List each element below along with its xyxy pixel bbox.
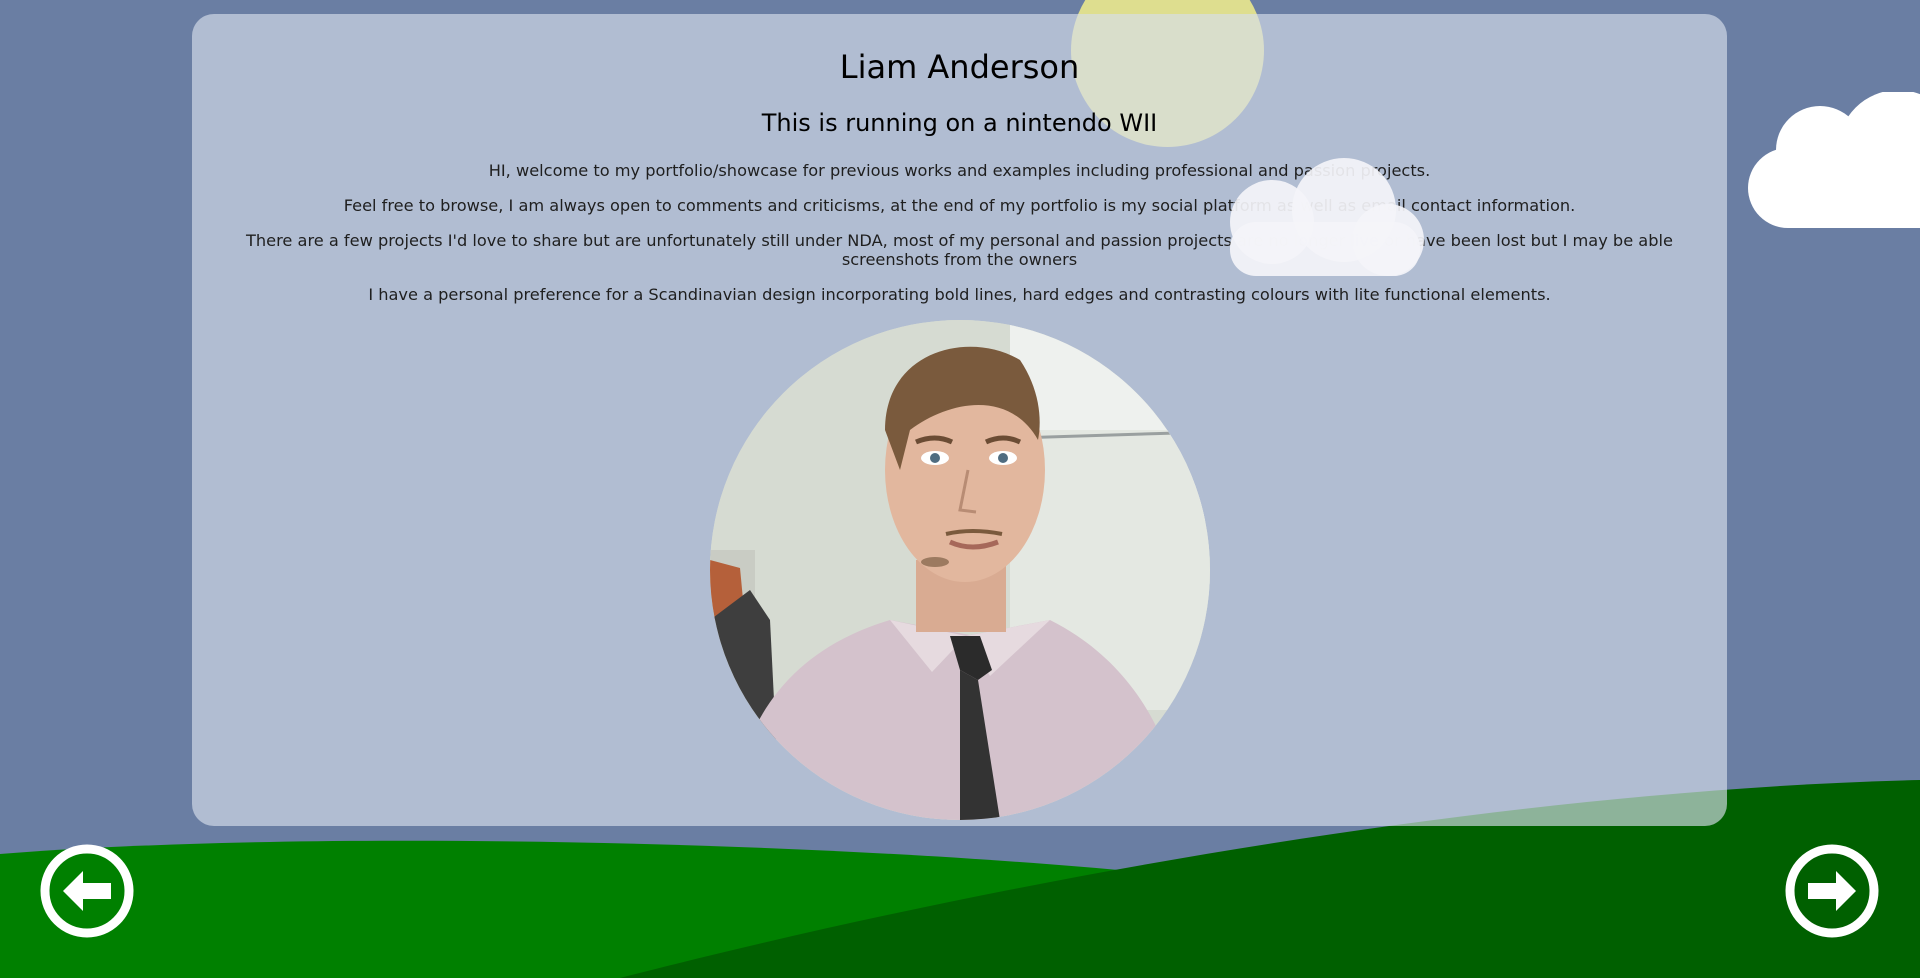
nda-paragraph: There are a few projects I'd love to sha… xyxy=(246,231,1673,269)
page-title: Liam Anderson xyxy=(839,48,1080,86)
next-page-button[interactable] xyxy=(1784,843,1880,939)
intro-paragraph: HI, welcome to my portfolio/showcase for… xyxy=(488,161,1431,180)
feedback-paragraph: Feel free to browse, I am always open to… xyxy=(343,196,1576,215)
arrow-left-circle-icon xyxy=(40,844,134,938)
prev-page-button[interactable] xyxy=(39,843,135,939)
page-subtitle: This is running on a nintendo WII xyxy=(761,109,1158,137)
portrait-illustration xyxy=(710,320,1210,820)
cloud-mid xyxy=(1230,158,1424,276)
arrow-right-circle-icon xyxy=(1785,844,1879,938)
design-preference-paragraph: I have a personal preference for a Scand… xyxy=(368,285,1551,304)
intro-card: Liam Anderson This is running on a ninte… xyxy=(192,14,1727,826)
cloud-right xyxy=(1748,92,1920,228)
profile-photo xyxy=(710,320,1210,820)
